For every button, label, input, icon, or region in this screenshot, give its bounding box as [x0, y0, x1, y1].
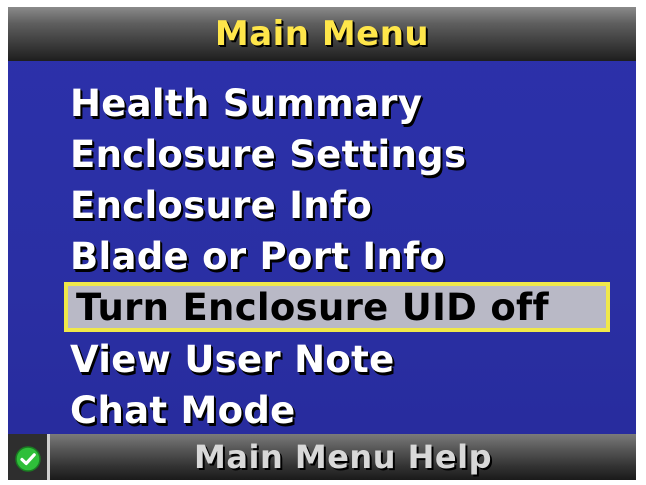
main-menu-help-button[interactable]: Main Menu Help: [50, 434, 636, 480]
title-bar: Main Menu: [8, 7, 636, 61]
green-check-circle-icon: [15, 446, 41, 472]
lcd-screen: Main Menu Health Summary Enclosure Setti…: [8, 7, 636, 480]
status-indicator: [8, 434, 50, 480]
menu-item-enclosure-settings[interactable]: Enclosure Settings: [70, 130, 466, 178]
menu-item-health-summary[interactable]: Health Summary: [70, 79, 422, 127]
menu-item-blade-or-port-info[interactable]: Blade or Port Info: [70, 232, 445, 280]
menu-item-view-user-note[interactable]: View User Note: [70, 335, 394, 383]
page-title: Main Menu: [214, 14, 430, 54]
menu-item-enclosure-info[interactable]: Enclosure Info: [70, 181, 372, 229]
bottom-bar: Main Menu Help: [8, 434, 636, 480]
menu-item-turn-enclosure-uid-off[interactable]: Turn Enclosure UID off: [64, 282, 610, 332]
menu-item-chat-mode[interactable]: Chat Mode: [70, 386, 296, 434]
